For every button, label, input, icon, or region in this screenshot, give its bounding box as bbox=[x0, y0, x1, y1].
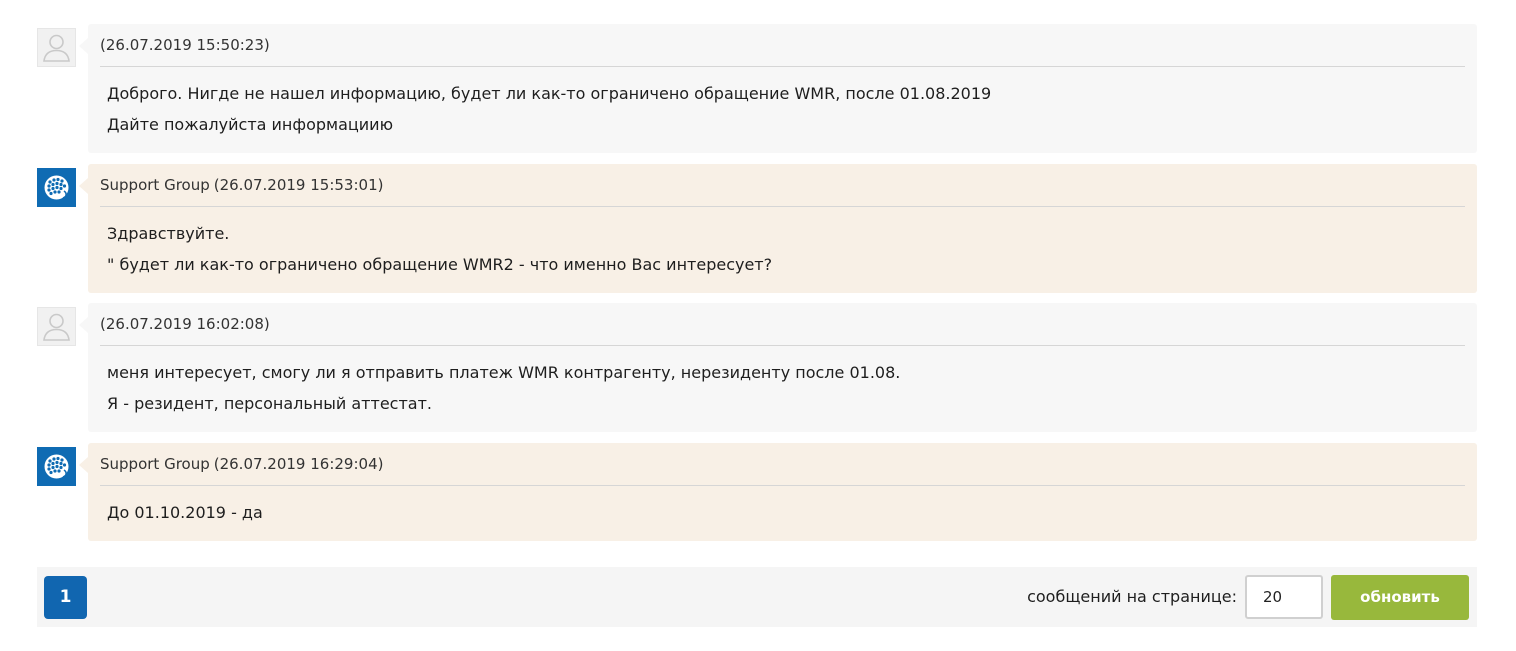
message-line: Я - резидент, персональный аттестат. bbox=[107, 394, 432, 413]
webmoney-globe-icon bbox=[37, 447, 76, 486]
message-body: меня интересует, смогу ли я отправить пл… bbox=[88, 346, 1477, 432]
message-line: Доброго. Нигде не нашел информацию, буде… bbox=[107, 84, 992, 103]
message-timestamp: (26.07.2019 16:29:04) bbox=[213, 455, 384, 473]
message-timestamp: (26.07.2019 16:02:08) bbox=[100, 315, 270, 333]
message-header: (26.07.2019 16:02:08) bbox=[100, 303, 1465, 346]
message-line: меня интересует, смогу ли я отправить пл… bbox=[107, 363, 901, 382]
page-button-1[interactable]: 1 bbox=[44, 576, 87, 619]
message-header: Support Group (26.07.2019 15:53:01) bbox=[100, 164, 1465, 207]
message-bubble: (26.07.2019 15:50:23) Доброго. Нигде не … bbox=[79, 24, 1477, 153]
message-body: Доброго. Нигде не нашел информацию, буде… bbox=[88, 67, 1477, 153]
user-avatar-icon bbox=[37, 28, 76, 67]
per-page-label: сообщений на странице: bbox=[1027, 587, 1237, 606]
message-timestamp: (26.07.2019 15:50:23) bbox=[100, 36, 270, 54]
message-timestamp: (26.07.2019 15:53:01) bbox=[213, 176, 384, 194]
message-header: (26.07.2019 15:50:23) bbox=[100, 24, 1465, 67]
message-header: Support Group (26.07.2019 16:29:04) bbox=[100, 443, 1465, 486]
message-bubble: (26.07.2019 16:02:08) меня интересует, с… bbox=[79, 303, 1477, 432]
message-bubble: Support Group (26.07.2019 16:29:04) До 01… bbox=[79, 443, 1477, 541]
pagination-bar: 1 сообщений на странице: обновить bbox=[37, 567, 1477, 627]
webmoney-globe-icon bbox=[37, 168, 76, 207]
per-page-input[interactable] bbox=[1245, 575, 1323, 619]
message-body: До 01.10.2019 - да bbox=[88, 486, 1477, 541]
refresh-button[interactable]: обновить bbox=[1331, 575, 1469, 620]
message-author: Support Group bbox=[100, 455, 210, 473]
message-body: Здравствуйте. " будет ли как-то ограниче… bbox=[88, 207, 1477, 293]
user-avatar-icon bbox=[37, 307, 76, 346]
message-line: Здравствуйте. bbox=[107, 224, 230, 243]
message-bubble: Support Group (26.07.2019 15:53:01) Здрав… bbox=[79, 164, 1477, 293]
message-line: Дайте пожалуйста информациию bbox=[107, 115, 394, 134]
message-author: Support Group bbox=[100, 176, 210, 194]
message-line: До 01.10.2019 - да bbox=[107, 503, 263, 522]
message-line: " будет ли как-то ограничено обращение W… bbox=[107, 255, 773, 274]
